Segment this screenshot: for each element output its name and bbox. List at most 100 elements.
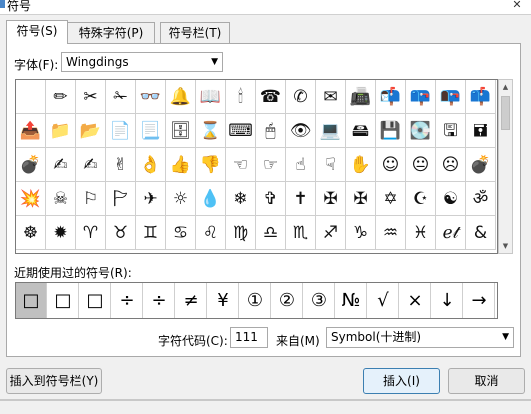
symbol-cell[interactable]: 📁 (46, 114, 76, 148)
symbol-cell[interactable]: ✠ (316, 182, 346, 216)
symbol-cell[interactable]: ✍ (46, 148, 76, 182)
symbol-cell[interactable]: ✍ (76, 148, 106, 182)
char-code-input[interactable]: 111 (230, 327, 268, 348)
symbol-cell[interactable]: ☸ (16, 216, 46, 250)
symbol-cell[interactable]: ☪ (406, 182, 436, 216)
symbol-cell[interactable]: 📂 (76, 114, 106, 148)
symbol-cell[interactable]: ☜ (226, 148, 256, 182)
symbol-cell[interactable]: ☼ (166, 182, 196, 216)
symbol-cell[interactable]: 🖬 (466, 114, 496, 148)
symbol-cell[interactable]: ✏ (46, 80, 76, 114)
symbol-cell[interactable]: 💥 (16, 182, 46, 216)
symbol-cell[interactable]: 📄 (106, 114, 136, 148)
symbol-grid-scrollbar[interactable]: ▲ ▼ (498, 79, 513, 254)
symbol-cell[interactable]: ✡ (376, 182, 406, 216)
symbol-cell[interactable]: ❄ (226, 182, 256, 216)
close-icon[interactable]: ✕ (509, 0, 525, 11)
recent-symbol-cell[interactable]: ② (272, 283, 303, 318)
symbol-cell[interactable]: ☯ (436, 182, 466, 216)
symbol-cell[interactable]: ♓ (406, 216, 436, 250)
symbol-cell[interactable]: 📫 (466, 80, 496, 114)
symbol-cell[interactable]: ⚐ (76, 182, 106, 216)
symbol-cell[interactable]: 🖱 (256, 114, 286, 148)
symbol-cell[interactable]: ☹ (436, 148, 466, 182)
symbol-cell[interactable]: ✞ (256, 182, 286, 216)
symbol-cell[interactable]: 📖 (196, 80, 226, 114)
recent-symbol-cell[interactable]: □ (16, 283, 47, 318)
symbol-cell[interactable]: ♐ (316, 216, 346, 250)
symbol-cell[interactable]: 👓 (136, 80, 166, 114)
symbol-cell[interactable]: 🖴 (346, 114, 376, 148)
symbol-cell[interactable]: ✁ (106, 80, 136, 114)
symbol-cell[interactable]: 💾 (376, 114, 406, 148)
recent-symbol-cell[interactable]: √ (368, 283, 399, 318)
symbol-cell[interactable]: 📭 (436, 80, 466, 114)
symbol-cell[interactable] (16, 80, 46, 114)
tab-symbols[interactable]: 符号(S) (6, 20, 68, 44)
symbol-cell[interactable]: ✌ (106, 148, 136, 182)
symbol-cell[interactable]: 👌 (136, 148, 166, 182)
recent-symbol-cell[interactable]: ÷ (112, 283, 143, 318)
recent-symbol-cell[interactable]: ÷ (144, 283, 175, 318)
symbol-cell[interactable]: 😐 (406, 148, 436, 182)
symbol-cell[interactable]: ✂ (76, 80, 106, 114)
recent-symbol-cell[interactable]: × (400, 283, 431, 318)
scroll-down-icon[interactable]: ▼ (499, 239, 512, 253)
symbol-cell[interactable]: ✠ (346, 182, 376, 216)
symbol-cell[interactable]: ☟ (316, 148, 346, 182)
symbol-cell[interactable]: 💻 (316, 114, 346, 148)
symbol-cell[interactable]: 🏱 (106, 182, 136, 216)
tab-special-chars[interactable]: 特殊字符(P) (67, 22, 155, 43)
symbol-cell[interactable]: ♌ (196, 216, 226, 250)
symbol-cell[interactable]: ♎ (256, 216, 286, 250)
symbol-cell[interactable]: ✋ (346, 148, 376, 182)
symbol-cell[interactable]: ♒ (376, 216, 406, 250)
symbol-cell[interactable]: ✹ (46, 216, 76, 250)
symbol-cell[interactable]: 📤 (16, 114, 46, 148)
from-select[interactable]: Symbol(十进制) ▼ (326, 327, 514, 348)
symbol-cell[interactable]: ♉ (106, 216, 136, 250)
recent-symbol-cell[interactable]: № (336, 283, 367, 318)
symbol-cell[interactable]: 💽 (406, 114, 436, 148)
tab-symbol-bar[interactable]: 符号栏(T) (160, 22, 230, 43)
symbol-cell[interactable]: ॐ (466, 182, 496, 216)
symbol-cell[interactable]: ✝ (286, 182, 316, 216)
recent-symbol-cell[interactable]: ↓ (432, 283, 463, 318)
symbol-cell[interactable]: 📃 (136, 114, 166, 148)
symbol-cell[interactable]: 📪 (406, 80, 436, 114)
symbol-cell[interactable]: 💣 (466, 148, 496, 182)
symbol-grid[interactable]: ✏ ✂ ✁ 👓 🔔 📖 🕯 ☎ ✆ ✉ 📠 📬 📪 📭 📫 📤 📁 📂 📄 📃 🗄 ⌛ ⌨ 🖱 👁 💻 🖴 💾 💽 🖫 🖬 💣 ✍ ✍ ✌ 👌 👍 👎 ☜ ☞… (15, 79, 498, 254)
symbol-cell[interactable]: & (466, 216, 496, 250)
symbol-cell[interactable]: 💣 (16, 148, 46, 182)
symbol-cell[interactable]: 👍 (166, 148, 196, 182)
symbol-cell[interactable]: ♋ (166, 216, 196, 250)
symbol-cell[interactable]: ⌛ (196, 114, 226, 148)
recent-symbol-cell[interactable]: ① (240, 283, 271, 318)
symbol-cell[interactable]: 🔔 (166, 80, 196, 114)
scroll-thumb[interactable] (501, 96, 510, 130)
symbol-cell[interactable]: 📠 (346, 80, 376, 114)
symbol-cell[interactable]: 🕯 (226, 80, 256, 114)
symbol-cell[interactable]: ☞ (256, 148, 286, 182)
symbol-cell[interactable]: ☝ (286, 148, 316, 182)
recent-symbol-cell[interactable]: ≠ (176, 283, 207, 318)
symbol-cell[interactable]: 👁 (286, 114, 316, 148)
recent-symbol-cell[interactable]: □ (80, 283, 111, 318)
symbol-cell[interactable]: ⌨ (226, 114, 256, 148)
insert-button[interactable]: 插入(I) (363, 368, 440, 394)
symbol-cell[interactable]: ℯ𝓉 (436, 216, 466, 250)
symbol-cell[interactable]: 🖫 (436, 114, 466, 148)
symbol-cell[interactable]: 👎 (196, 148, 226, 182)
insert-to-symbol-bar-button[interactable]: 插入到符号栏(Y) (6, 368, 102, 394)
symbol-cell[interactable]: ☺ (376, 148, 406, 182)
symbol-cell[interactable]: ☎ (256, 80, 286, 114)
symbol-cell[interactable]: ✆ (286, 80, 316, 114)
symbol-cell[interactable]: ♏ (286, 216, 316, 250)
symbol-cell[interactable]: ♈ (76, 216, 106, 250)
symbol-cell[interactable]: ♊ (136, 216, 166, 250)
symbol-cell[interactable]: ♍ (226, 216, 256, 250)
symbol-cell[interactable]: ☠ (46, 182, 76, 216)
recent-symbol-cell[interactable]: → (464, 283, 495, 318)
recent-symbol-cell[interactable]: □ (48, 283, 79, 318)
symbol-cell[interactable]: 🗄 (166, 114, 196, 148)
